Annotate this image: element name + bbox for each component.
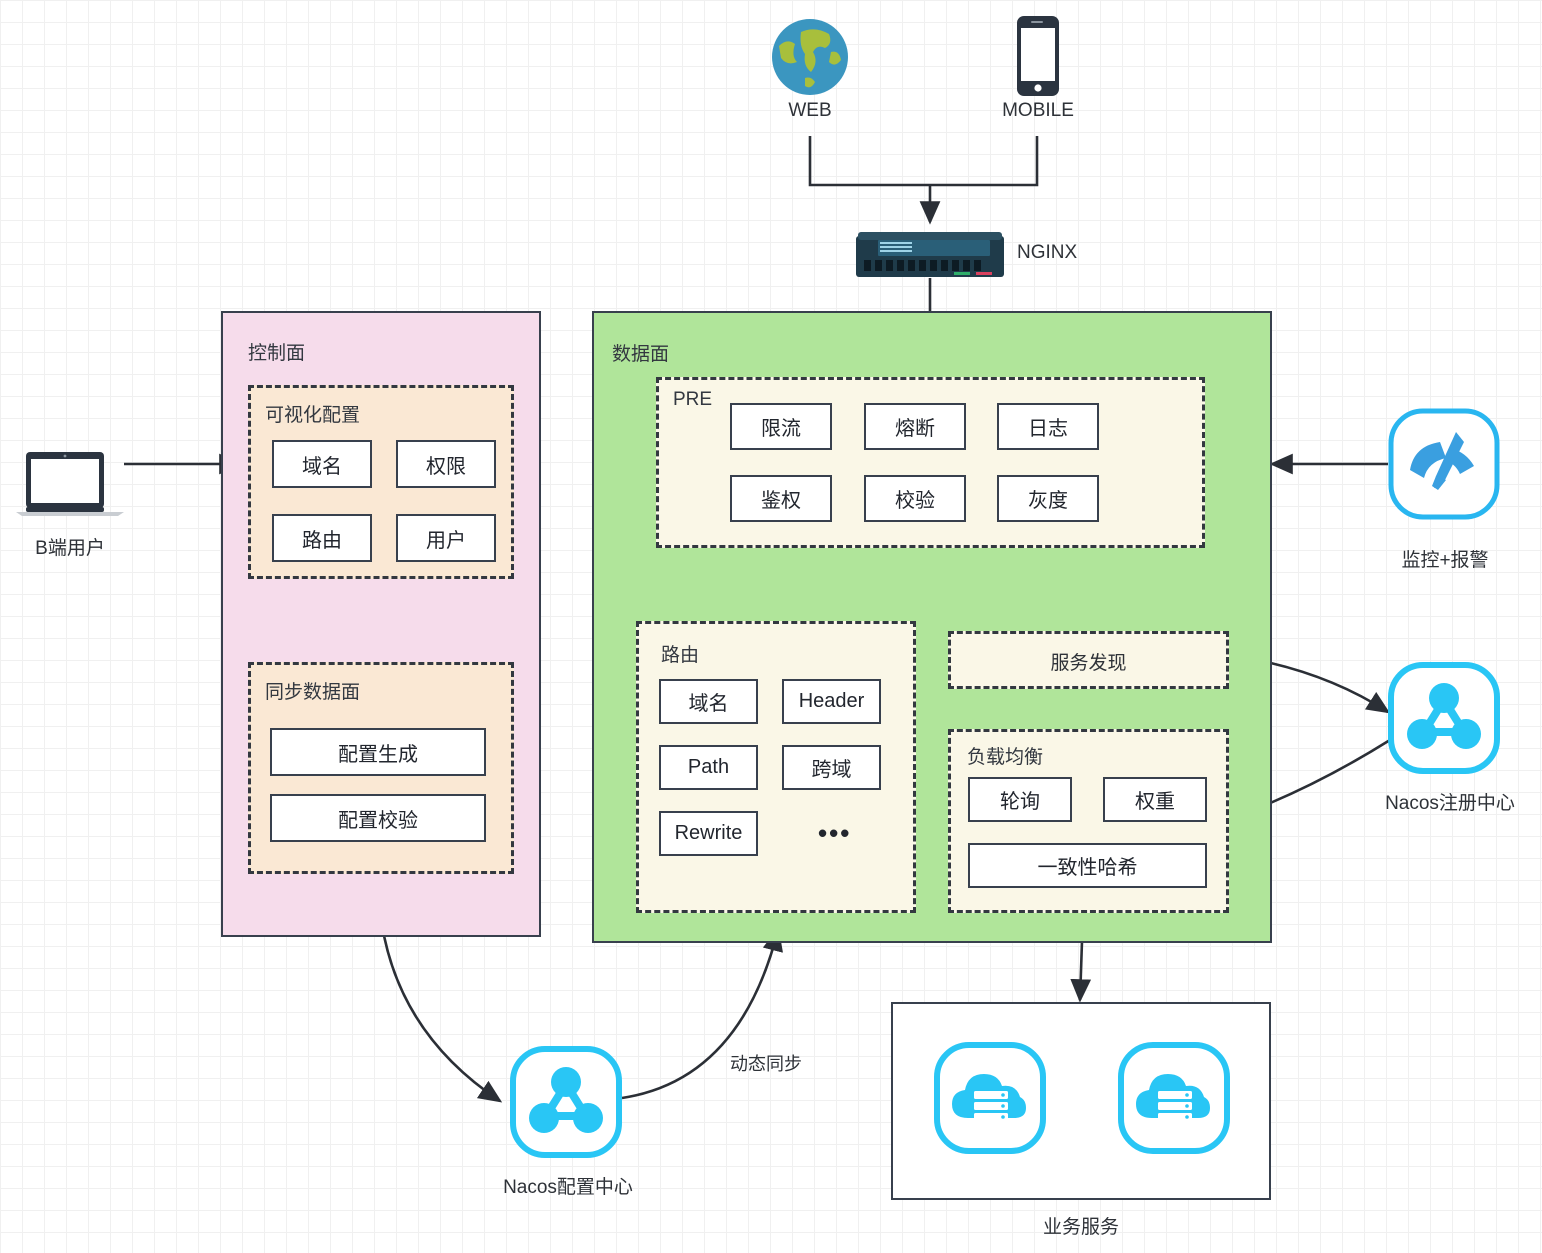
nacos-config-label: Nacos配置中心 [503, 1177, 633, 1198]
pre-item-logging[interactable]: 日志 [997, 403, 1099, 450]
dynamic-sync-edge-label: 动态同步 [730, 1054, 802, 1074]
laptop-icon [14, 450, 126, 522]
route-title: 路由 [661, 645, 700, 666]
pre-item-gray[interactable]: 灰度 [997, 475, 1099, 522]
pre-item-circuitbreaker[interactable]: 熔断 [864, 403, 966, 450]
monitor-label: 监控+报警 [1401, 550, 1489, 571]
service-discovery-title: 服务发现 [1050, 653, 1127, 674]
smartphone-icon [1017, 16, 1059, 96]
visual-config-title: 可视化配置 [265, 405, 361, 426]
pre-item-auth[interactable]: 鉴权 [730, 475, 832, 522]
b-user-label: B端用户 [35, 538, 105, 559]
gauge-icon [1388, 408, 1500, 520]
route-item-cors[interactable]: 跨域 [782, 745, 881, 790]
route-item-domain[interactable]: 域名 [659, 679, 758, 724]
control-plane-title: 控制面 [248, 343, 306, 364]
nacos-topology-icon [1388, 662, 1500, 774]
cloud-server-icon-1 [934, 1042, 1046, 1154]
sync-item-config-generate[interactable]: 配置生成 [270, 728, 486, 776]
business-services-label: 业务服务 [1042, 1217, 1119, 1238]
nacos-registry-label: Nacos注册中心 [1385, 793, 1515, 814]
cloud-server-icon-2 [1118, 1042, 1230, 1154]
data-plane-title: 数据面 [612, 344, 670, 365]
network-switch-icon [856, 232, 1004, 277]
config-item-route[interactable]: 路由 [272, 514, 372, 562]
route-item-rewrite[interactable]: Rewrite [659, 811, 758, 856]
load-balance-title: 负载均衡 [967, 747, 1044, 768]
pre-title: PRE [673, 389, 713, 410]
lb-item-consistent-hash[interactable]: 一致性哈希 [968, 843, 1207, 888]
pre-item-validate[interactable]: 校验 [864, 475, 966, 522]
mobile-label: MOBILE [1002, 100, 1074, 121]
diagram-canvas: WEB MOBILE NGINX B端用户 控制面 可视化配置 域名 权限 路由… [0, 0, 1542, 1253]
lb-item-weight[interactable]: 权重 [1103, 777, 1207, 822]
config-item-user[interactable]: 用户 [396, 514, 496, 562]
sync-item-config-verify[interactable]: 配置校验 [270, 794, 486, 842]
nacos-topology-icon-config [510, 1046, 622, 1158]
pre-item-ratelimit[interactable]: 限流 [730, 403, 832, 450]
route-more-ellipsis: ••• [818, 818, 852, 848]
globe-icon [771, 18, 849, 96]
config-item-permission[interactable]: 权限 [396, 440, 496, 488]
route-item-path[interactable]: Path [659, 745, 758, 790]
sync-dataplane-title: 同步数据面 [265, 682, 361, 703]
config-item-domain[interactable]: 域名 [272, 440, 372, 488]
lb-item-roundrobin[interactable]: 轮询 [968, 777, 1072, 822]
web-label: WEB [788, 100, 832, 121]
nginx-label: NGINX [1017, 242, 1078, 263]
route-item-header[interactable]: Header [782, 679, 881, 724]
